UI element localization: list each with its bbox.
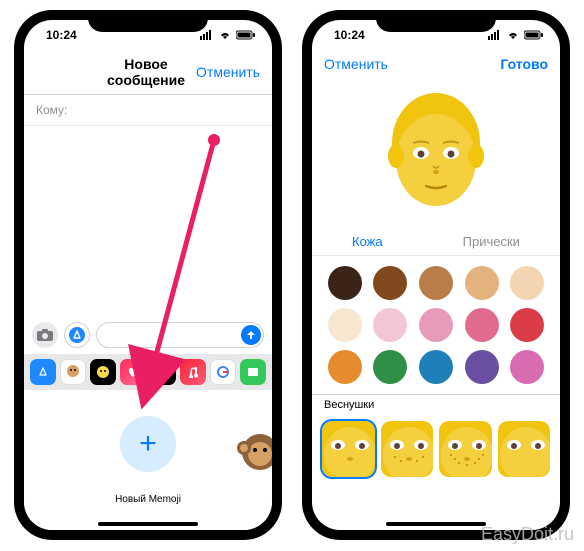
arrow-up-icon [246,330,256,340]
nav-bar: Отменить Готово [312,50,560,78]
memoji-drawer: + Новый Memoji [24,390,272,530]
message-body[interactable] [24,126,272,316]
battery-icon [524,30,544,40]
new-memoji-label: Новый Memoji [115,494,181,505]
clock: 10:24 [334,28,365,42]
color-swatch-14[interactable] [510,350,544,384]
battery-icon [236,30,256,40]
color-swatch-13[interactable] [465,350,499,384]
status-icons [488,30,544,40]
appstore-icon [69,327,85,343]
tab-skin[interactable]: Кожа [352,234,383,249]
page-title: Новое сообщение [96,56,196,88]
watermark: EasyDoit.ru [481,524,574,545]
to-label: Кому: [36,103,67,117]
memoji-face-icon [381,88,491,218]
plus-icon: + [139,427,157,461]
cancel-button[interactable]: Отменить [196,64,260,80]
color-swatches [312,256,560,394]
to-field[interactable]: Кому: [24,95,272,126]
color-swatch-3[interactable] [465,266,499,300]
cancel-button[interactable]: Отменить [324,56,388,72]
monkey-memoji-icon[interactable] [236,426,272,474]
input-bar [24,316,272,354]
freckle-option-medium[interactable] [439,421,492,477]
animoji-app-icon[interactable] [90,359,116,385]
notch [88,10,208,32]
appstore-button[interactable] [64,322,90,348]
signal-icon [488,30,502,40]
color-swatch-1[interactable] [373,266,407,300]
nav-bar: Новое сообщение Отменить [24,50,272,94]
color-swatch-8[interactable] [465,308,499,342]
color-swatch-4[interactable] [510,266,544,300]
color-swatch-9[interactable] [510,308,544,342]
freckles-options [312,415,560,483]
app-store-icon[interactable] [30,359,56,385]
signal-icon [200,30,214,40]
freckles-label: Веснушки [312,395,560,415]
done-button[interactable]: Готово [500,56,548,72]
freckle-option-none[interactable] [322,421,375,477]
category-tabs: Кожа Прически [312,228,560,256]
color-swatch-12[interactable] [419,350,453,384]
tab-hair[interactable]: Прически [463,234,520,249]
heart-app-icon[interactable] [120,359,146,385]
color-swatch-0[interactable] [328,266,362,300]
color-swatch-6[interactable] [373,308,407,342]
phone-right: 10:24 Отменить Готово [302,10,570,540]
music-app-icon[interactable] [180,359,206,385]
phone-left: 10:24 Новое сообщение Отменить Кому: [14,10,282,540]
home-indicator[interactable] [386,522,486,526]
message-input[interactable] [96,322,264,348]
wifi-icon [218,30,232,40]
color-swatch-5[interactable] [328,308,362,342]
camera-icon [37,329,53,341]
wifi-icon [506,30,520,40]
color-swatch-2[interactable] [419,266,453,300]
color-swatch-11[interactable] [373,350,407,384]
apple-pay-icon[interactable]: Pay [150,359,176,385]
status-icons [200,30,256,40]
freckle-option-light[interactable] [381,421,434,477]
home-indicator[interactable] [98,522,198,526]
color-swatch-7[interactable] [419,308,453,342]
send-button[interactable] [241,325,261,345]
memoji-preview [312,78,560,228]
google-app-icon[interactable] [210,359,236,385]
new-memoji-button[interactable]: + [120,416,176,472]
camera-button[interactable] [32,322,58,348]
clock: 10:24 [46,28,77,42]
app-strip: Pay [24,354,272,390]
images-app-icon[interactable] [240,359,266,385]
notch [376,10,496,32]
freckle-option-heavy[interactable] [498,421,551,477]
memoji-app-icon[interactable] [60,359,86,385]
color-swatch-10[interactable] [328,350,362,384]
